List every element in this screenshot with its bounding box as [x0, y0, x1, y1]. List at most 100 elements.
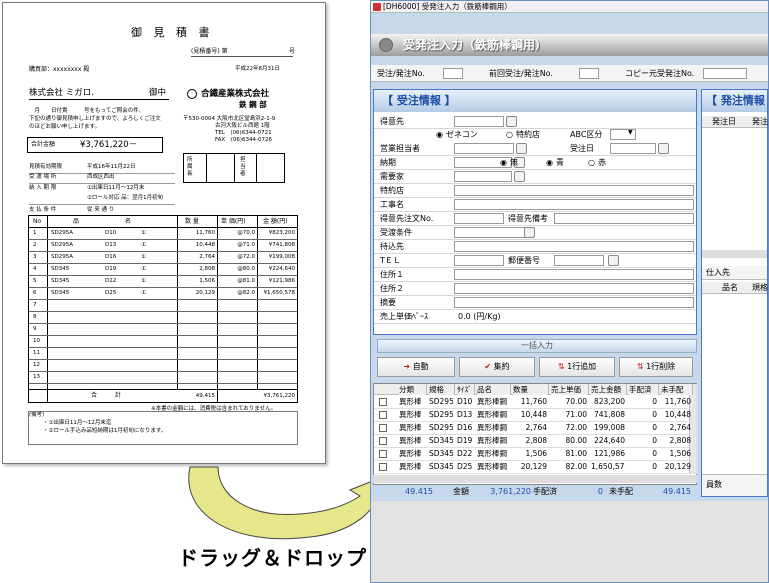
- grid-cell[interactable]: 0: [629, 461, 657, 472]
- project-field[interactable]: [454, 199, 694, 210]
- delivery_cond-field[interactable]: [454, 227, 534, 238]
- grid-cell[interactable]: 81.00: [551, 448, 587, 459]
- add-row-button[interactable]: ⇅ 1行追加: [539, 357, 615, 377]
- grid-cell[interactable]: SD295A: [429, 409, 453, 420]
- grid-cell[interactable]: 異形棒: [399, 461, 425, 472]
- grid-cell[interactable]: 224,640: [591, 435, 625, 446]
- grid-cell[interactable]: 823,200: [591, 396, 625, 407]
- grid-cell[interactable]: 199,008: [591, 422, 625, 433]
- order-entry-window[interactable]: [DH6000] 受発注入力（鉄筋棒鋼用） 受発注入力（鉄筋棒鋼用） 受注/発注…: [370, 0, 769, 583]
- tel-field[interactable]: [454, 255, 504, 266]
- grid-cell[interactable]: 121,986: [591, 448, 625, 459]
- grid-cell[interactable]: 741,808: [591, 409, 625, 420]
- grid-col-header[interactable]: 未手配: [661, 384, 693, 395]
- grid-cell[interactable]: 0: [629, 409, 657, 420]
- radio-none-icon[interactable]: ◉: [500, 159, 507, 167]
- grid-cell[interactable]: 1,506: [661, 448, 691, 459]
- customer-lookup-button[interactable]: [506, 116, 517, 127]
- grid-col-header[interactable]: ｻｲｽﾞ: [457, 384, 475, 395]
- grid-col-header[interactable]: 品名: [477, 384, 511, 395]
- grid-cell[interactable]: 異形棒鋼: [477, 422, 509, 433]
- grid-cell[interactable]: 10,448: [661, 409, 691, 420]
- grid-cell[interactable]: 0: [629, 396, 657, 407]
- customer-field[interactable]: [454, 116, 504, 127]
- grid-cell[interactable]: 2,764: [513, 422, 547, 433]
- grid-cell[interactable]: 0: [629, 448, 657, 459]
- grid-col-header[interactable]: 分類: [399, 384, 427, 395]
- row-checkbox[interactable]: [379, 437, 387, 445]
- row-checkbox[interactable]: [379, 463, 387, 471]
- grid-hscroll[interactable]: [373, 475, 697, 483]
- radio-special-icon[interactable]: ○: [506, 131, 513, 139]
- addr1-field[interactable]: [454, 269, 694, 280]
- grid-cell[interactable]: D22: [457, 448, 473, 459]
- addr2-field[interactable]: [454, 283, 694, 294]
- aggregate-button[interactable]: ✔ 集約: [459, 357, 535, 377]
- grid-cell[interactable]: 20,129: [513, 461, 547, 472]
- radio-red-icon[interactable]: ○: [588, 159, 595, 167]
- grid-cell[interactable]: 82.00: [551, 461, 587, 472]
- grid-cell[interactable]: D25: [457, 461, 473, 472]
- quote-document[interactable]: 御 見 積 書 (見積番号) 第 号 平成22年8月31日 購買部：xxxxxx…: [2, 2, 326, 464]
- grid-col-header[interactable]: 売上金額: [591, 384, 627, 395]
- grid-cell[interactable]: D13: [457, 409, 473, 420]
- grid-cell[interactable]: 異形棒: [399, 409, 425, 420]
- grid-cell[interactable]: SD345: [429, 461, 453, 472]
- demand-field[interactable]: [454, 171, 512, 182]
- grid-cell[interactable]: 20,129: [661, 461, 691, 472]
- grid-col-header[interactable]: 規格: [429, 384, 455, 395]
- grid-cell[interactable]: 異形棒鋼: [477, 396, 509, 407]
- grid-cell[interactable]: SD295A: [429, 422, 453, 433]
- grid-cell[interactable]: 0: [629, 422, 657, 433]
- row-checkbox[interactable]: [379, 398, 387, 406]
- prev-order-no-field[interactable]: [579, 68, 599, 79]
- order-date-field[interactable]: [610, 143, 656, 154]
- demand-lookup-button[interactable]: [514, 171, 525, 182]
- customer-remarks-field[interactable]: [554, 213, 694, 224]
- postal-field[interactable]: [554, 255, 604, 266]
- purchase-hscroll[interactable]: [702, 250, 767, 258]
- grid-cell[interactable]: 異形棒: [399, 396, 425, 407]
- auto-button[interactable]: ➜ 自動: [377, 357, 455, 377]
- grid-cell[interactable]: 異形棒鋼: [477, 448, 509, 459]
- grid-cell[interactable]: 異形棒鋼: [477, 435, 509, 446]
- grid-cell[interactable]: SD345: [429, 448, 453, 459]
- grid-cell[interactable]: SD345: [429, 435, 453, 446]
- bulk-input-button[interactable]: 一括入力: [377, 339, 697, 353]
- grid-cell[interactable]: D10: [457, 396, 473, 407]
- grid-cell[interactable]: D16: [457, 422, 473, 433]
- customer_order_no-field[interactable]: [454, 213, 504, 224]
- grid-col-header[interactable]: 手配済: [629, 384, 659, 395]
- grid-cell[interactable]: 異形棒: [399, 435, 425, 446]
- radio-zenecon-icon[interactable]: ◉: [436, 131, 443, 139]
- grid-cell[interactable]: 1,650,578: [591, 461, 625, 472]
- calendar-button[interactable]: [658, 143, 669, 154]
- delete-row-button[interactable]: ⇅ 1行削除: [619, 357, 693, 377]
- grid-cell[interactable]: 10,448: [513, 409, 547, 420]
- grid-cell[interactable]: SD295A: [429, 396, 453, 407]
- row-checkbox[interactable]: [379, 424, 387, 432]
- grid-cell[interactable]: 異形棒鋼: [477, 409, 509, 420]
- grid-cell[interactable]: 11,760: [661, 396, 691, 407]
- grid-col-header[interactable]: 売上単価: [551, 384, 589, 395]
- grid-cell[interactable]: 異形棒鋼: [477, 461, 509, 472]
- grid-cell[interactable]: 2,808: [513, 435, 547, 446]
- sales_rep-lookup-button[interactable]: [516, 143, 527, 154]
- grid-cell[interactable]: 0: [629, 435, 657, 446]
- grid-cell[interactable]: 11,760: [513, 396, 547, 407]
- summary-field[interactable]: [454, 297, 694, 308]
- grid-cell[interactable]: 70.00: [551, 396, 587, 407]
- grid-cell[interactable]: 2,808: [661, 435, 691, 446]
- grid-cell[interactable]: 71.00: [551, 409, 587, 420]
- special-field[interactable]: [454, 185, 694, 196]
- copy-source-field[interactable]: [703, 68, 747, 79]
- postal-lookup-button[interactable]: [608, 255, 619, 266]
- grid-cell[interactable]: 2,764: [661, 422, 691, 433]
- grid-cell[interactable]: D19: [457, 435, 473, 446]
- window-titlebar[interactable]: [DH6000] 受発注入力（鉄筋棒鋼用）: [371, 1, 768, 13]
- grid-cell[interactable]: 80.00: [551, 435, 587, 446]
- order-no-field[interactable]: [443, 68, 463, 79]
- grid-cell[interactable]: 72.00: [551, 422, 587, 433]
- grid-col-header[interactable]: 数量: [513, 384, 549, 395]
- grid-cell[interactable]: 異形棒: [399, 448, 425, 459]
